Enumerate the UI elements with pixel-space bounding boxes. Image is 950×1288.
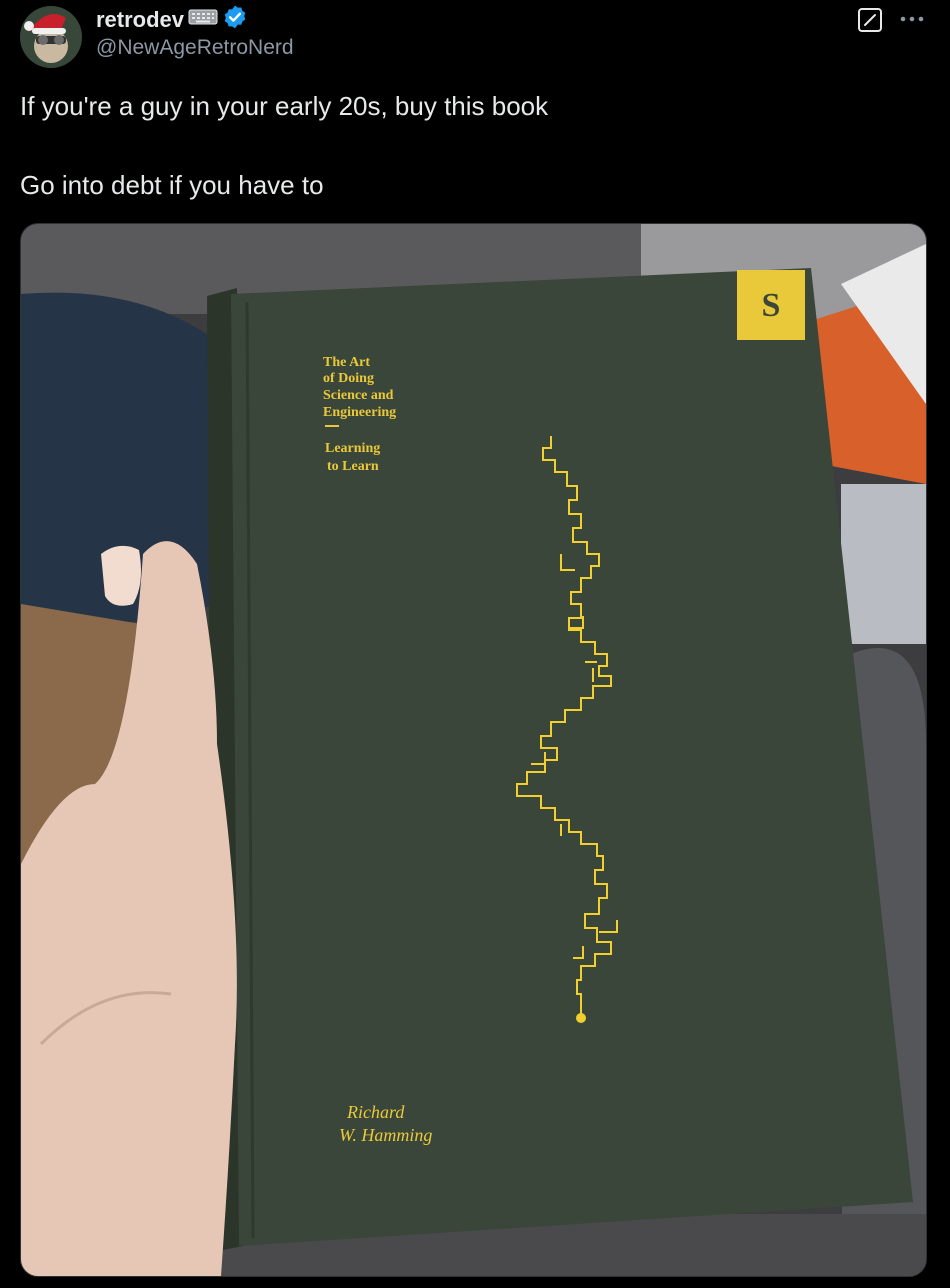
book-title-line-4: Engineering xyxy=(323,405,396,420)
book-author-line-2: W. Hamming xyxy=(339,1125,432,1145)
tweet-photo[interactable]: S The Art of Doing Science and Engineeri… xyxy=(20,223,927,1277)
more-icon[interactable] xyxy=(896,6,928,32)
book-title-line-1: The Art xyxy=(323,355,370,370)
svg-text:W. Hamming: W. Hamming xyxy=(339,1125,432,1145)
book-author-line-1: Richard xyxy=(346,1102,405,1122)
grok-icon[interactable] xyxy=(856,6,884,34)
svg-text:to Learn: to Learn xyxy=(327,459,379,474)
user-handle[interactable]: @NewAgeRetroNerd xyxy=(96,36,294,60)
svg-text:Science and: Science and xyxy=(323,388,394,403)
keyboard-icon xyxy=(188,9,218,30)
book-subtitle-line-1: Learning xyxy=(325,441,380,456)
svg-text:The Art: The Art xyxy=(323,355,370,370)
tweet-text-line-2: Go into debt if you have to xyxy=(20,170,324,200)
verified-badge-icon xyxy=(222,4,248,35)
publisher-logo: S xyxy=(762,287,781,324)
svg-text:of Doing: of Doing xyxy=(323,371,374,386)
avatar[interactable] xyxy=(20,6,82,68)
svg-text:Learning: Learning xyxy=(325,441,380,456)
tweet-header: retrodev @NewAgeRetroNerd xyxy=(0,0,950,80)
book-title-line-3: Science and xyxy=(323,388,394,403)
book-subtitle-line-2: to Learn xyxy=(327,459,379,474)
book-title-line-2: of Doing xyxy=(323,371,374,386)
svg-text:Engineering: Engineering xyxy=(323,405,396,420)
svg-text:Richard: Richard xyxy=(346,1102,405,1122)
tweet-text-line-1: If you're a guy in your early 20s, buy t… xyxy=(20,91,549,121)
display-name[interactable]: retrodev xyxy=(96,7,184,33)
